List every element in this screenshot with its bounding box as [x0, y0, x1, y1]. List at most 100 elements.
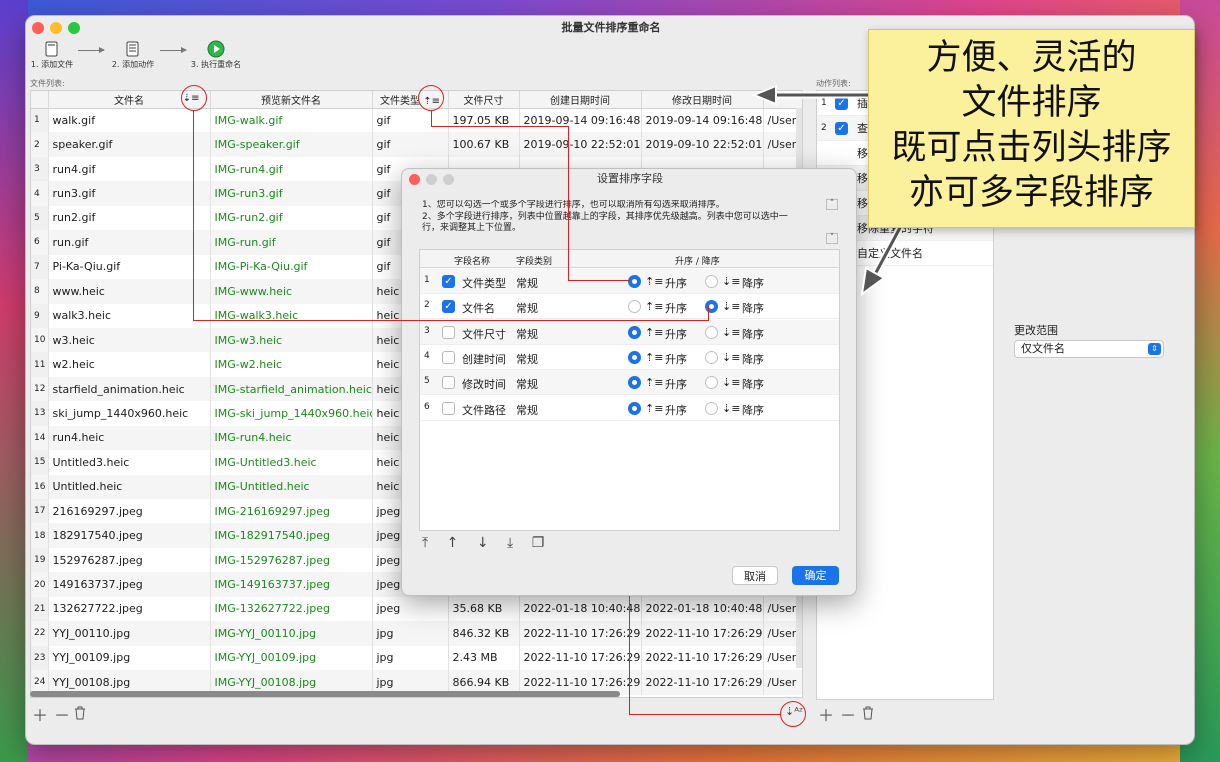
- ok-button[interactable]: 确定: [792, 566, 839, 585]
- sort-asc-icon: ⇡≡: [645, 376, 664, 390]
- field-index: 3: [424, 325, 430, 336]
- desc-label: 降序: [742, 378, 764, 392]
- table-row[interactable]: 2 speaker.gif IMG-speaker.gif gif 100.67 KB 2…: [31, 132, 802, 157]
- annotation-line: [431, 111, 432, 127]
- table-row[interactable]: 23 YYJ_00109.jpg IMG-YYJ_00109.jpg jpg 2.43 …: [31, 645, 802, 671]
- cell-name: walk3.heic: [48, 303, 211, 328]
- cell-size: 197.05 KB: [448, 108, 520, 133]
- desc-radio[interactable]: [705, 275, 718, 288]
- desc-radio[interactable]: [705, 401, 718, 415]
- move-up-icon[interactable]: ↑: [447, 535, 459, 551]
- cell-preview: IMG-YYJ_00110.jpg: [210, 621, 373, 646]
- field-name: 文件名: [462, 302, 495, 316]
- sort-field-row[interactable]: 5 修改时间 常规 ⇡≡ 升序 ⇣≡ 降序: [420, 370, 839, 396]
- cell-n: 11: [31, 352, 49, 377]
- asc-radio[interactable]: [628, 300, 641, 314]
- scope-select[interactable]: 仅文件名 ⇕: [1014, 340, 1164, 358]
- trash-icon[interactable]: [74, 706, 86, 720]
- add-action-button[interactable]: ＋: [818, 702, 834, 726]
- cell-preview: IMG-starfield_animation.heic: [210, 376, 373, 402]
- cell-name: YYJ_00110.jpg: [48, 621, 211, 646]
- cancel-button[interactable]: 取消: [732, 566, 778, 585]
- table-row[interactable]: 21 132627722.jpeg IMG-132627722.jpeg jpeg 35…: [31, 596, 802, 622]
- scroll-down-icon[interactable]: ˅: [826, 233, 838, 244]
- reorder-toolbar: ⤒ ↑ ↓ ⤓ ❐: [422, 535, 544, 551]
- close-window-button[interactable]: [32, 22, 44, 34]
- desc-label: 降序: [742, 403, 764, 417]
- copy-icon[interactable]: ❐: [532, 535, 545, 551]
- sort-field-row[interactable]: 3 文件尺寸 常规 ⇡≡ 升序 ⇣≡ 降序: [420, 319, 839, 345]
- cell-n: 10: [31, 327, 49, 353]
- table-row[interactable]: 22 YYJ_00110.jpg IMG-YYJ_00110.jpg jpg 846.3…: [31, 621, 802, 646]
- sort-field-row[interactable]: 4 创建时间 常规 ⇡≡ 升序 ⇣≡ 降序: [420, 345, 839, 370]
- horizontal-scrollbar[interactable]: [30, 691, 620, 697]
- play-icon: [207, 40, 225, 58]
- checkbox-checked-icon[interactable]: ✓: [835, 122, 848, 135]
- field-checkbox[interactable]: ✓: [442, 275, 455, 288]
- cell-size: 2.43 MB: [448, 645, 520, 671]
- cell-n: 15: [31, 450, 49, 475]
- cell-modified: 2022-11-10 17:26:29: [641, 621, 764, 646]
- sort-field-row[interactable]: 6 文件路径 常规 ⇡≡ 升序 ⇣≡ 降序: [420, 396, 839, 421]
- move-top-icon[interactable]: ⤒: [422, 535, 428, 551]
- sort-desc-icon: ⇣≡: [722, 300, 741, 314]
- cell-preview: IMG-216169297.jpeg: [210, 499, 373, 524]
- sort-field-row[interactable]: 2 ✓ 文件名 常规 ⇡≡ 升序 ⇣≡ 降序: [420, 294, 839, 320]
- asc-label: 升序: [665, 327, 687, 341]
- sort-field-row[interactable]: 1 ✓ 文件类型 常规 ⇡≡ 升序 ⇣≡ 降序: [420, 269, 839, 294]
- field-checkbox[interactable]: [442, 325, 455, 339]
- field-name: 修改时间: [462, 378, 506, 392]
- cell-type: gif: [372, 108, 449, 133]
- field-category: 常规: [516, 403, 538, 417]
- move-down-icon[interactable]: ↓: [477, 535, 489, 551]
- desc-radio[interactable]: [705, 350, 718, 364]
- add-file-button[interactable]: ＋: [32, 702, 48, 726]
- desc-radio[interactable]: [705, 325, 718, 339]
- cell-path: /User: [763, 670, 802, 695]
- zoom-window-button[interactable]: [68, 22, 80, 34]
- cell-name: YYJ_00109.jpg: [48, 645, 211, 671]
- run-rename-button[interactable]: 3. 执行重命名: [190, 40, 242, 70]
- field-checkbox[interactable]: ✓: [442, 300, 455, 314]
- description-scroller[interactable]: ˄ ˅: [826, 199, 838, 247]
- field-checkbox[interactable]: [442, 350, 455, 364]
- cell-preview: IMG-w3.heic: [210, 327, 373, 353]
- desc-radio[interactable]: [705, 376, 718, 390]
- field-index: 4: [424, 350, 430, 361]
- remove-file-button[interactable]: －: [54, 702, 70, 726]
- column-header-size[interactable]: 文件尺寸: [448, 91, 520, 109]
- asc-radio[interactable]: [628, 350, 641, 364]
- field-index: 1: [424, 275, 430, 285]
- asc-radio[interactable]: [628, 325, 641, 339]
- annotation-line: [431, 126, 568, 127]
- remove-action-button[interactable]: －: [840, 702, 856, 726]
- cell-n: 12: [31, 376, 49, 402]
- move-bottom-icon[interactable]: ⤓: [507, 535, 513, 551]
- trash-icon[interactable]: [862, 706, 874, 720]
- field-checkbox[interactable]: [442, 376, 455, 390]
- step-arrow: [78, 47, 105, 53]
- add-actions-button[interactable]: 2. 添加动作: [110, 40, 156, 70]
- cell-n: 20: [31, 572, 49, 597]
- table-row[interactable]: 1 walk.gif IMG-walk.gif gif 197.05 KB 2019-09…: [31, 108, 802, 133]
- column-header-modified[interactable]: 修改日期时间: [641, 91, 764, 109]
- asc-radio[interactable]: [628, 275, 641, 288]
- minimize-window-button[interactable]: [50, 22, 62, 34]
- desc-radio[interactable]: [705, 300, 718, 314]
- cell-size: 35.68 KB: [448, 596, 520, 622]
- field-checkbox[interactable]: [442, 401, 455, 415]
- add-files-button[interactable]: 1. 添加文件: [30, 40, 74, 70]
- cell-name: 152976287.jpeg: [48, 547, 211, 573]
- column-header-preview[interactable]: 预览新文件名: [210, 91, 373, 109]
- cell-type: jpg: [372, 645, 449, 671]
- asc-radio[interactable]: [628, 401, 641, 415]
- scroll-up-icon[interactable]: ˄: [826, 199, 838, 210]
- asc-radio[interactable]: [628, 376, 641, 390]
- cell-preview: IMG-Pi-Ka-Qiu.gif: [210, 254, 373, 280]
- field-category: 常规: [516, 302, 538, 316]
- cell-n: 13: [31, 401, 49, 426]
- header-field-name: 字段名称: [454, 257, 491, 267]
- dialog-description: 1、您可以勾选一个或多个字段进行排序，也可以取消所有勾选来取消排序。 2、多个字…: [422, 200, 788, 233]
- cell-n: 21: [31, 596, 49, 622]
- column-header-created[interactable]: 创建日期时间: [519, 91, 642, 109]
